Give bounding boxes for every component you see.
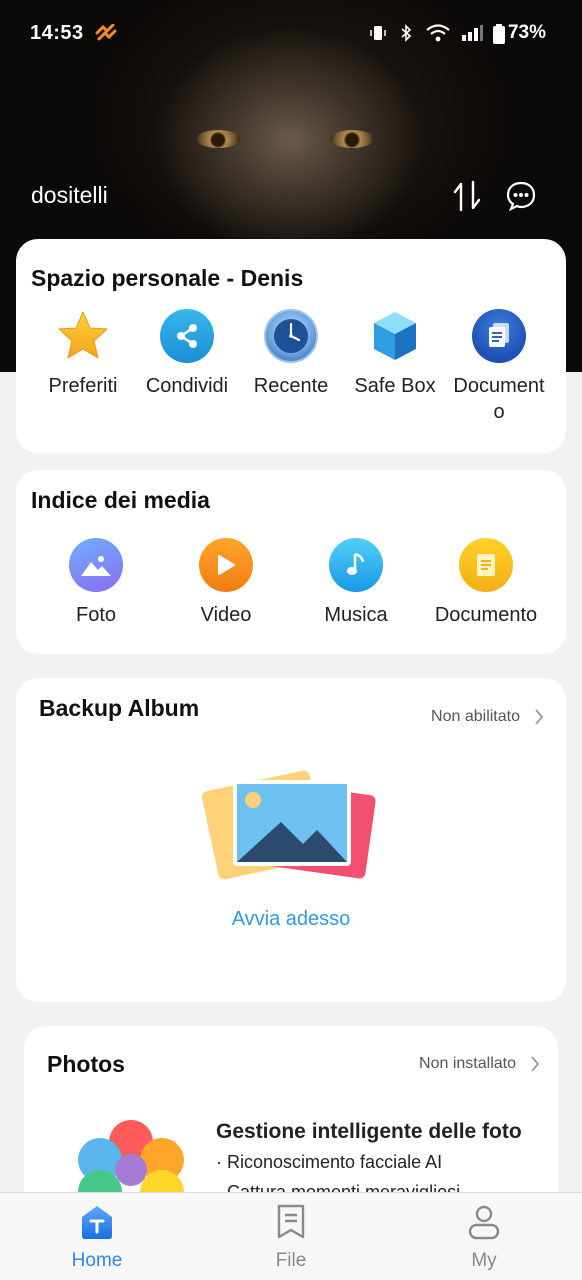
shortcut-safe-box[interactable]: Safe Box: [340, 309, 450, 399]
media-index-title: Indice dei media: [31, 487, 210, 513]
nav-label: My: [471, 1250, 497, 1271]
photos-headline: Gestione intelligente delle foto: [216, 1120, 522, 1143]
chat-bubble-icon: [506, 181, 536, 212]
photos-bullet: · Riconoscimento facciale AI: [216, 1152, 443, 1172]
shortcut-label: Safe Box: [354, 375, 436, 397]
home-icon: [82, 1206, 112, 1239]
file-icon: [277, 1204, 305, 1239]
lynx-eye-right: [330, 130, 374, 148]
sort-arrows-icon: [453, 180, 481, 212]
shortcut-favorites[interactable]: Preferiti: [28, 309, 138, 399]
nav-home[interactable]: Home: [47, 1203, 147, 1272]
star-icon: [56, 309, 110, 363]
media-music[interactable]: Musica: [301, 538, 411, 628]
personal-space-title: Spazio personale - Denis: [31, 265, 304, 291]
documento-icon: [459, 538, 513, 592]
shortcut-label: Recente: [253, 375, 329, 397]
shortcut-document[interactable]: Document o: [444, 309, 554, 425]
media-index-card: Indice dei media Foto Video Musica Docum…: [16, 470, 566, 654]
media-label: Documento: [434, 604, 538, 626]
media-photo[interactable]: Foto: [41, 538, 151, 628]
document-icon: [472, 309, 526, 363]
backup-album-title: Backup Album: [39, 695, 200, 721]
nav-label: File: [275, 1250, 307, 1271]
shortcut-label: Document o: [453, 375, 545, 423]
messages-button[interactable]: [503, 178, 539, 214]
status-time: 14:53: [30, 22, 84, 44]
transfer-button[interactable]: [449, 178, 485, 214]
start-backup-button[interactable]: Avvia adesso: [16, 908, 566, 931]
personal-space-card: Spazio personale - Denis Preferiti Condi…: [16, 239, 566, 453]
share-icon: [160, 309, 214, 363]
app-notification-icon: [95, 23, 117, 47]
profile-icon: [468, 1205, 500, 1240]
backup-status: Non abilitato: [431, 708, 520, 725]
shortcut-label: Preferiti: [48, 375, 118, 397]
clock-icon: [264, 309, 318, 363]
vibrate-icon: [369, 24, 387, 42]
album-illustration: [201, 766, 381, 886]
photos-status: Non installato: [419, 1055, 516, 1072]
photos-title: Photos: [47, 1051, 125, 1077]
nav-label: Home: [71, 1250, 123, 1271]
chevron-right-icon: [531, 1056, 540, 1072]
chevron-right-icon: [535, 709, 544, 725]
battery-level: 73%: [507, 22, 546, 43]
shortcut-label: Condividi: [145, 375, 229, 397]
shortcut-share[interactable]: Condividi: [132, 309, 242, 399]
media-label: Foto: [75, 604, 117, 626]
bottom-navigation: Home File My: [0, 1192, 582, 1280]
media-label: Video: [200, 604, 252, 626]
music-icon: [329, 538, 383, 592]
backup-status-link[interactable]: Non abilitato: [431, 708, 544, 726]
media-label: Musica: [324, 604, 388, 626]
status-icons: 73%: [369, 22, 546, 44]
video-icon: [199, 538, 253, 592]
backup-album-card: Backup Album Non abilitato Avvia adesso: [16, 678, 566, 1002]
media-video[interactable]: Video: [171, 538, 281, 628]
wifi-icon: [425, 24, 451, 42]
nav-file[interactable]: File: [241, 1203, 341, 1272]
battery-icon: [492, 24, 505, 44]
photo-icon: [69, 538, 123, 592]
shortcut-recent[interactable]: Recente: [236, 309, 346, 399]
signal-icon: [461, 24, 483, 42]
status-bar: 14:53 73%: [0, 0, 582, 70]
safe-box-icon: [368, 309, 422, 363]
bluetooth-icon: [397, 24, 415, 42]
nav-my[interactable]: My: [434, 1203, 534, 1272]
account-name: dositelli: [31, 182, 108, 208]
media-documents[interactable]: Documento: [430, 538, 542, 628]
lynx-eye-left: [196, 130, 240, 148]
photos-status-link[interactable]: Non installato: [419, 1055, 540, 1073]
